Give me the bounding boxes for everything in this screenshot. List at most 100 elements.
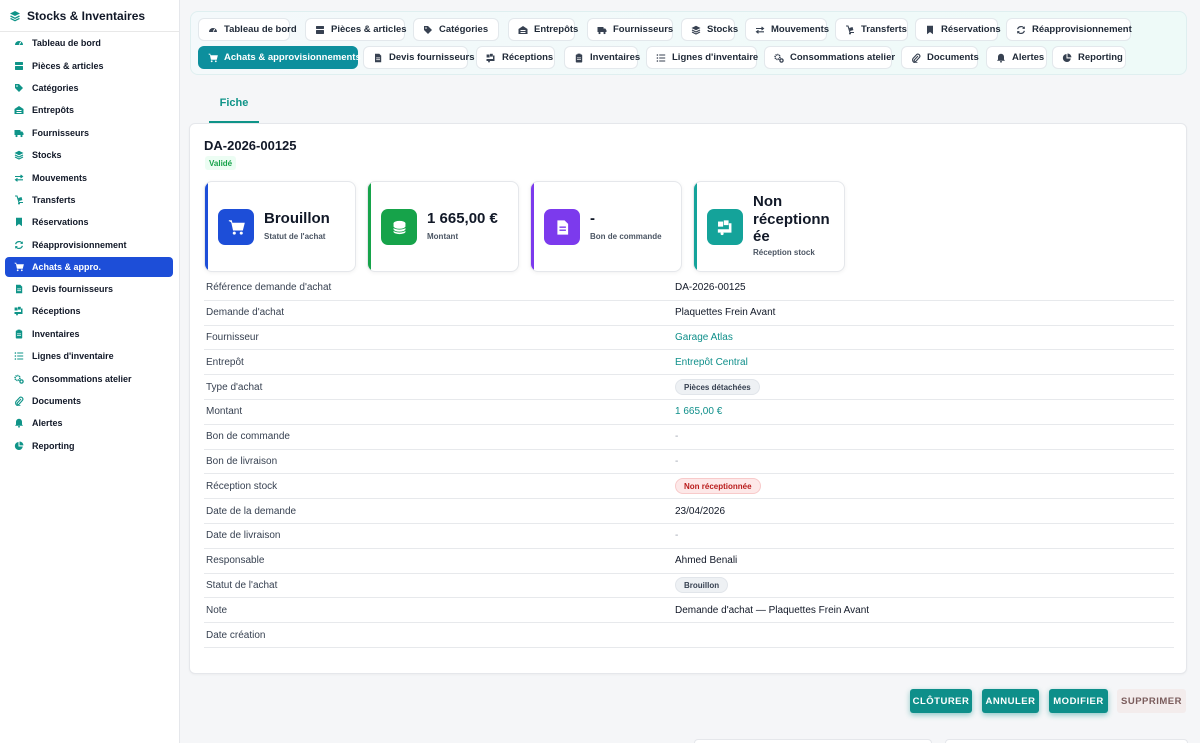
sidebar-item-10[interactable]: Achats & appro.	[5, 256, 173, 277]
list-icon	[14, 351, 24, 361]
sidebar-item-6[interactable]: Mouvements	[5, 166, 173, 188]
sidebar-item-15[interactable]: Consommations atelier	[5, 367, 173, 389]
clipboard-icon	[14, 329, 24, 339]
tab-fiche[interactable]: Fiche	[209, 93, 259, 123]
sidebar-item-4[interactable]: Fournisseurs	[5, 122, 173, 144]
sidebar-item-0[interactable]: Tableau de bord	[5, 32, 173, 54]
tab-row1-9[interactable]: Réapprovisionnement	[1006, 18, 1132, 41]
tab-row1-2[interactable]: Catégories	[413, 18, 499, 41]
field-label: Bon de livraison	[206, 455, 278, 467]
sidebar-item-1[interactable]: Pièces & articles	[5, 54, 173, 76]
tab-row2-3[interactable]: Inventaires	[564, 46, 640, 69]
table-row: Réception stock Non réceptionnée	[204, 474, 1174, 500]
field-link[interactable]: 1 665,00 €	[675, 406, 722, 417]
pie-chart-icon	[1062, 53, 1072, 63]
sidebar-item-label: Entrepôts	[32, 105, 75, 116]
tab-row2-2[interactable]: Réceptions	[476, 46, 555, 69]
tab-row1-5[interactable]: Stocks	[681, 18, 739, 41]
table-row: Note Demande d'achat — Plaquettes Frein A…	[204, 598, 1174, 624]
cancel-button[interactable]: ANNULER	[982, 689, 1039, 713]
tab-row1-3[interactable]: Entrepôts	[508, 18, 579, 41]
tab-row2-5[interactable]: Consommations atelier	[764, 46, 896, 69]
sidebar-item-5[interactable]: Stocks	[5, 144, 173, 166]
field-value: -	[675, 530, 679, 542]
sidebar-item-12[interactable]: Réceptions	[5, 300, 173, 322]
close-button[interactable]: CLÔTURER	[910, 689, 972, 713]
bookmark-icon	[925, 25, 935, 35]
sidebar-item-label: Mouvements	[32, 172, 88, 183]
coins-icon	[381, 209, 417, 245]
tab-label: Reporting	[1078, 52, 1123, 63]
tab-label: Catégories	[439, 24, 489, 35]
pie-chart-icon	[14, 441, 24, 451]
tab-row1-8[interactable]: Réservations	[915, 18, 1001, 41]
field-link[interactable]: Entrepôt Central	[675, 357, 748, 368]
table-row: Statut de l'achat Brouillon	[204, 574, 1174, 599]
sidebar-item-17[interactable]: Alertes	[5, 412, 173, 434]
stat-card: 1 665,00 € Montant	[367, 181, 519, 272]
refresh-icon	[1016, 25, 1026, 35]
field-pill: Non réceptionnée	[675, 478, 761, 495]
stat-value-line: réceptionn	[753, 210, 830, 228]
sidebar-item-14[interactable]: Lignes d'inventaire	[5, 345, 173, 367]
stat-accent-bar	[368, 182, 371, 271]
cogs-icon	[14, 374, 24, 384]
dashboard-icon	[14, 38, 24, 48]
layers-icon	[9, 10, 21, 22]
sidebar-item-label: Reporting	[32, 440, 75, 451]
sidebar-item-3[interactable]: Entrepôts	[5, 99, 173, 121]
sidebar-nav: Tableau de bord Pièces & articles Catégori…	[0, 32, 179, 457]
tab-label: Entrepôts	[534, 24, 579, 35]
tab-row2-1[interactable]: Devis fournisseurs	[363, 46, 475, 69]
tab-label: Stocks	[707, 24, 739, 35]
delete-button[interactable]: SUPPRIMER	[1117, 689, 1186, 713]
sidebar: Stocks & Inventaires Tableau de bord Pièc…	[0, 0, 180, 743]
field-label: Fournisseur	[206, 331, 259, 343]
tab-row2-0[interactable]: Achats & approvisionnements	[198, 46, 361, 69]
table-row: Entrepôt Entrepôt Central	[204, 350, 1174, 376]
tab-label: Consommations atelier	[790, 52, 896, 63]
sidebar-item-16[interactable]: Documents	[5, 390, 173, 412]
tab-label: Réceptions	[502, 52, 554, 63]
tab-label: Réapprovisionnement	[1032, 24, 1132, 35]
tab-row2-6[interactable]: Documents	[901, 46, 979, 69]
sidebar-item-label: Inventaires	[32, 328, 80, 339]
sidebar-item-label: Pièces & articles	[32, 60, 104, 71]
sidebar-item-label: Documents	[32, 396, 82, 407]
invoice-icon	[373, 53, 383, 63]
tab-row1-6[interactable]: Mouvements	[745, 18, 829, 41]
tags-icon	[423, 25, 433, 35]
sidebar-item-label: Lignes d'inventaire	[32, 351, 114, 362]
sidebar-item-2[interactable]: Catégories	[5, 77, 173, 99]
tab-row2-4[interactable]: Lignes d'inventaire	[646, 46, 758, 69]
sidebar-item-18[interactable]: Reporting	[5, 435, 173, 457]
cogs-icon	[774, 53, 784, 63]
warehouse-icon	[518, 25, 528, 35]
stat-card: Non réceptionn ée Réception stock	[693, 181, 845, 272]
field-link[interactable]: Garage Atlas	[675, 332, 733, 343]
paperclip-icon	[911, 53, 921, 63]
sidebar-item-11[interactable]: Devis fournisseurs	[5, 278, 173, 300]
stat-accent-bar	[694, 182, 697, 271]
sidebar-item-7[interactable]: Transferts	[5, 189, 173, 211]
tab-row1-7[interactable]: Transferts	[835, 18, 908, 41]
tags-icon	[14, 83, 24, 93]
field-label: Entrepôt	[206, 356, 244, 368]
sidebar-item-8[interactable]: Réservations	[5, 211, 173, 233]
tab-row2-7[interactable]: Alertes	[986, 46, 1047, 69]
cart-icon	[208, 53, 218, 63]
sidebar-item-9[interactable]: Réapprovisionnement	[5, 234, 173, 256]
tab-row1-4[interactable]: Fournisseurs	[587, 18, 673, 41]
tab-row2-8[interactable]: Reporting	[1052, 46, 1126, 69]
arrows-icon	[755, 25, 765, 35]
details-table: Référence demande d'achat DA-2026-00125 De…	[204, 276, 1174, 648]
tab-label: Alertes	[1012, 52, 1045, 63]
sidebar-item-label: Alertes	[32, 418, 63, 429]
field-label: Bon de commande	[206, 431, 290, 443]
field-label: Date de livraison	[206, 530, 281, 542]
edit-button[interactable]: MODIFIER	[1049, 689, 1108, 713]
tab-row1-1[interactable]: Pièces & articles	[305, 18, 407, 41]
tab-row1-0[interactable]: Tableau de bord	[198, 18, 297, 41]
tab-label: Réservations	[941, 24, 1001, 35]
sidebar-item-13[interactable]: Inventaires	[5, 323, 173, 345]
